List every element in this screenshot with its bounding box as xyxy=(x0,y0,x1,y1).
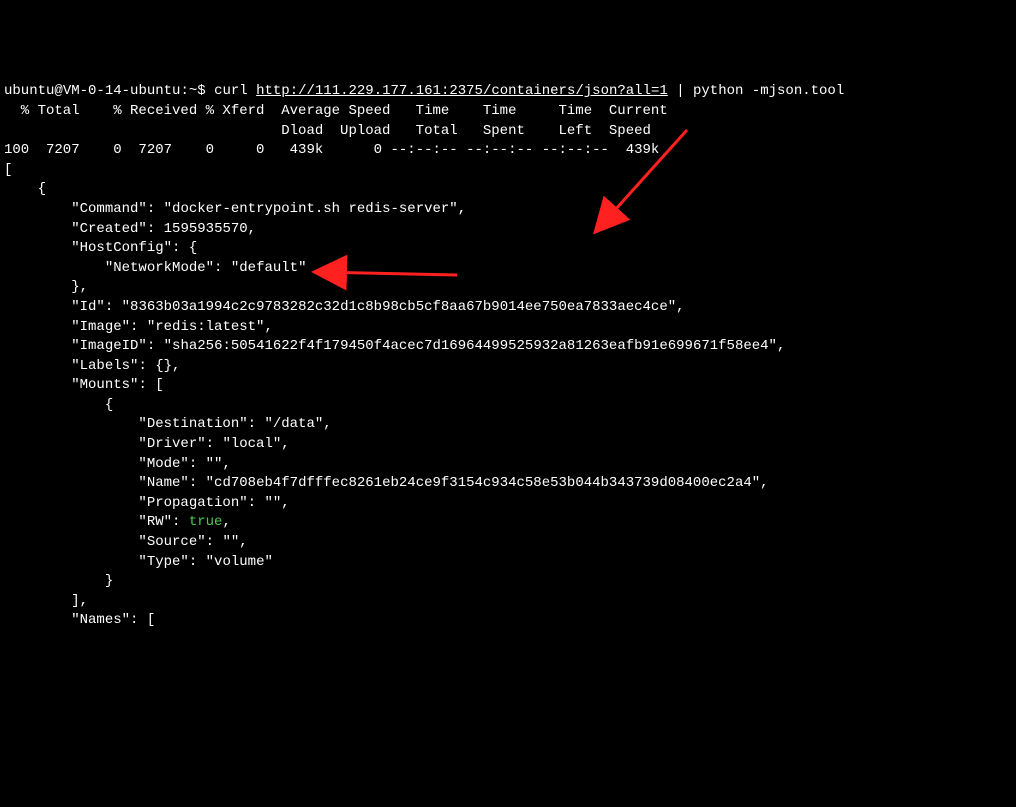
prompt-symbol: $ xyxy=(197,83,205,99)
header-line3: 100 7207 0 7207 0 0 439k 0 --:--:-- --:-… xyxy=(4,142,659,158)
url-link: http://111.229.177.161 xyxy=(256,83,441,99)
rw-key: "RW" xyxy=(138,514,172,530)
imageid-val: "sha256:50541622f4f179450f4acec7d1696449… xyxy=(164,338,777,354)
source-val: "" xyxy=(222,534,239,550)
driver-key: "Driver" xyxy=(138,436,205,452)
name-key: "Name" xyxy=(138,475,188,491)
prompt-host: VM-0-14-ubuntu xyxy=(63,83,181,99)
pipe: | xyxy=(676,83,684,99)
mounts-key: "Mounts" xyxy=(71,377,138,393)
command-val: "docker-entrypoint.sh redis-server" xyxy=(164,201,458,217)
names-key: "Names" xyxy=(71,612,130,628)
type-key: "Type" xyxy=(138,554,188,570)
header-line2: Dload Upload Total Spent Left Speed xyxy=(4,123,651,139)
prompt-user: ubuntu xyxy=(4,83,54,99)
labels-key: "Labels" xyxy=(71,358,138,374)
command-key: "Command" xyxy=(71,201,147,217)
header-line1: % Total % Received % Xferd Average Speed… xyxy=(4,103,668,119)
destination-key: "Destination" xyxy=(138,416,247,432)
rw-val: true xyxy=(189,514,223,530)
created-val: 1595935570 xyxy=(164,221,248,237)
json-open-bracket: [ xyxy=(4,162,12,178)
url-path: :2375/containers/json?all=1 xyxy=(441,83,668,99)
imageid-key: "ImageID" xyxy=(71,338,147,354)
destination-val: "/data" xyxy=(264,416,323,432)
propagation-val: "" xyxy=(264,495,281,511)
driver-val: "local" xyxy=(222,436,281,452)
image-key: "Image" xyxy=(71,319,130,335)
networkmode-key: "NetworkMode" xyxy=(105,260,214,276)
id-val: "8363b03a1994c2c9783282c32d1c8b98cb5cf8a… xyxy=(122,299,677,315)
id-key: "Id" xyxy=(71,299,105,315)
mode-key: "Mode" xyxy=(138,456,188,472)
python-cmd: python -mjson.tool xyxy=(693,83,844,99)
networkmode-val: "default" xyxy=(231,260,307,276)
json-open-brace: { xyxy=(4,181,46,197)
curl-cmd: curl xyxy=(214,83,248,99)
prompt-line: ubuntu@VM-0-14-ubuntu:~$ curl http://111… xyxy=(4,83,844,99)
prompt-path: ~ xyxy=(189,83,197,99)
mode-val: "" xyxy=(206,456,223,472)
type-val: "volume" xyxy=(206,554,273,570)
created-key: "Created" xyxy=(71,221,147,237)
terminal-output: ubuntu@VM-0-14-ubuntu:~$ curl http://111… xyxy=(4,82,1012,631)
hostconfig-key: "HostConfig" xyxy=(71,240,172,256)
propagation-key: "Propagation" xyxy=(138,495,247,511)
source-key: "Source" xyxy=(138,534,205,550)
name-val: "cd708eb4f7dfffec8261eb24ce9f3154c934c58… xyxy=(206,475,761,491)
image-val: "redis:latest" xyxy=(147,319,265,335)
